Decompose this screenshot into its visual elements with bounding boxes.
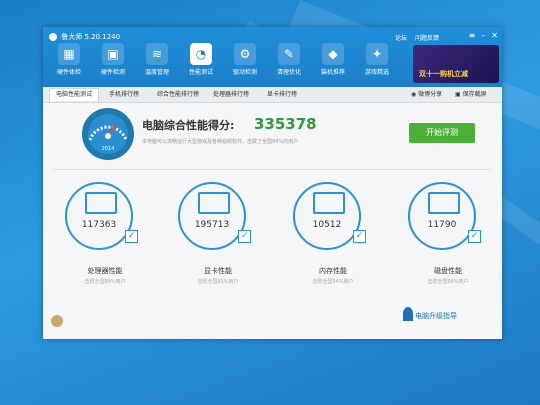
card-name: 处理器性能 [87, 267, 123, 275]
score-description: 本电脑可以流畅运行大型游戏及各种视频软件，击败了全国84%的用户 [142, 139, 299, 145]
temperature-icon: ≋ [146, 43, 168, 65]
tab-bar: 电脑性能测试 手机排行榜 综合性能排行榜 处理器排行榜 显卡排行榜 ◉ 微博分享… [43, 87, 502, 103]
tool-game[interactable]: ✦ 游戏精选 [355, 43, 399, 76]
title-bar: 鲁大师 5.20.1240 ▦ 硬件体检 ▣ 硬件检测 ≋ 温度管理 ◔ 性能测试 ⚙ 驱… [43, 27, 502, 87]
disk-icon [428, 192, 460, 214]
main-toolbar: ▦ 硬件体检 ▣ 硬件检测 ≋ 温度管理 ◔ 性能测试 ⚙ 驱动检测 ✎ 清理优化 ◆ 装机推… [47, 43, 399, 76]
card-beat-text: 击败全国54%用户 [312, 279, 354, 285]
card-name: 内存性能 [319, 267, 347, 275]
tool-cleanup[interactable]: ✎ 清理优化 [267, 43, 311, 76]
driver-icon: ⚙ [234, 43, 256, 65]
promo-text: 双十一购机立减 [419, 70, 468, 78]
upgrade-guide-button[interactable]: 电脑升级指导 [415, 311, 457, 321]
hardware-check-icon: ▦ [58, 43, 80, 65]
tab-phone-rank[interactable]: 手机排行榜 [103, 89, 145, 101]
rocket-icon [403, 307, 413, 321]
card-name: 显卡性能 [204, 267, 232, 275]
tool-performance[interactable]: ◔ 性能测试 [179, 43, 223, 76]
close-icon[interactable]: ✕ [491, 31, 498, 40]
weibo-share-button[interactable]: ◉ 微博分享 [411, 89, 442, 101]
card-circle: 10512 [293, 182, 361, 250]
cleanup-icon: ✎ [278, 43, 300, 65]
minimize-icon[interactable]: – [481, 31, 485, 40]
card-beat-text: 击败全国89%用户 [84, 279, 126, 285]
gpu-icon [198, 192, 230, 214]
tab-gpu-rank[interactable]: 显卡排行榜 [261, 89, 303, 101]
card-circle: 195713 [178, 182, 246, 250]
menu-icon[interactable]: ≡ [469, 31, 476, 40]
divider [53, 169, 491, 170]
memory-icon [313, 192, 345, 214]
card-value: 10512 [312, 220, 342, 230]
window-controls: ≡ – ✕ [469, 31, 498, 40]
app-title: 鲁大师 5.20.1240 [49, 32, 120, 42]
card-value: 117363 [81, 220, 117, 230]
monitor-icon [85, 192, 117, 214]
check-icon: ✓ [468, 230, 481, 243]
recommend-icon: ◆ [322, 43, 344, 65]
app-logo-icon [49, 33, 57, 41]
card-circle: 117363 [65, 182, 133, 250]
score-label: 电脑综合性能得分: [142, 119, 235, 132]
hardware-detect-icon: ▣ [102, 43, 124, 65]
forum-link[interactable]: 论坛 [395, 33, 407, 42]
tool-hardware-check[interactable]: ▦ 硬件体检 [47, 43, 91, 76]
card-beat-text: 击败全国68%用户 [427, 279, 469, 285]
card-circle: 11790 [408, 182, 476, 250]
start-test-button[interactable]: 开始评测 [409, 123, 475, 143]
performance-icon: ◔ [190, 43, 212, 65]
app-window: 鲁大师 5.20.1240 ▦ 硬件体检 ▣ 硬件检测 ≋ 温度管理 ◔ 性能测试 ⚙ 驱… [43, 27, 502, 339]
check-icon: ✓ [353, 230, 366, 243]
game-icon: ✦ [366, 43, 388, 65]
feedback-link[interactable]: 问题反馈 [415, 33, 439, 42]
promo-banner[interactable]: 双十一购机立减 [413, 45, 499, 83]
gauge-value: 2014 [102, 146, 115, 152]
tool-recommend[interactable]: ◆ 装机推荐 [311, 43, 355, 76]
top-links: 论坛 问题反馈 [395, 33, 439, 42]
tool-hardware-detect[interactable]: ▣ 硬件检测 [91, 43, 135, 76]
score-value: 335378 [254, 115, 317, 133]
card-value: 195713 [194, 220, 230, 230]
card-name: 磁盘性能 [434, 267, 462, 275]
save-screenshot-button[interactable]: ▣ 保存截屏 [455, 89, 487, 101]
tool-temperature[interactable]: ≋ 温度管理 [135, 43, 179, 76]
tab-cpu-rank[interactable]: 处理器排行榜 [207, 89, 255, 101]
speed-gauge-icon: 2014 [82, 108, 134, 160]
footer-logo-icon [51, 315, 63, 327]
card-value: 11790 [427, 220, 457, 230]
score-panel: 2014 电脑综合性能得分: 335378 本电脑可以流畅运行大型游戏及各种视频… [80, 106, 480, 162]
check-icon: ✓ [238, 230, 251, 243]
tool-driver[interactable]: ⚙ 驱动检测 [223, 43, 267, 76]
tab-pc-test[interactable]: 电脑性能测试 [49, 88, 100, 101]
tab-overall-rank[interactable]: 综合性能排行榜 [151, 89, 205, 101]
card-beat-text: 击败全国91%用户 [197, 279, 239, 285]
check-icon: ✓ [125, 230, 138, 243]
